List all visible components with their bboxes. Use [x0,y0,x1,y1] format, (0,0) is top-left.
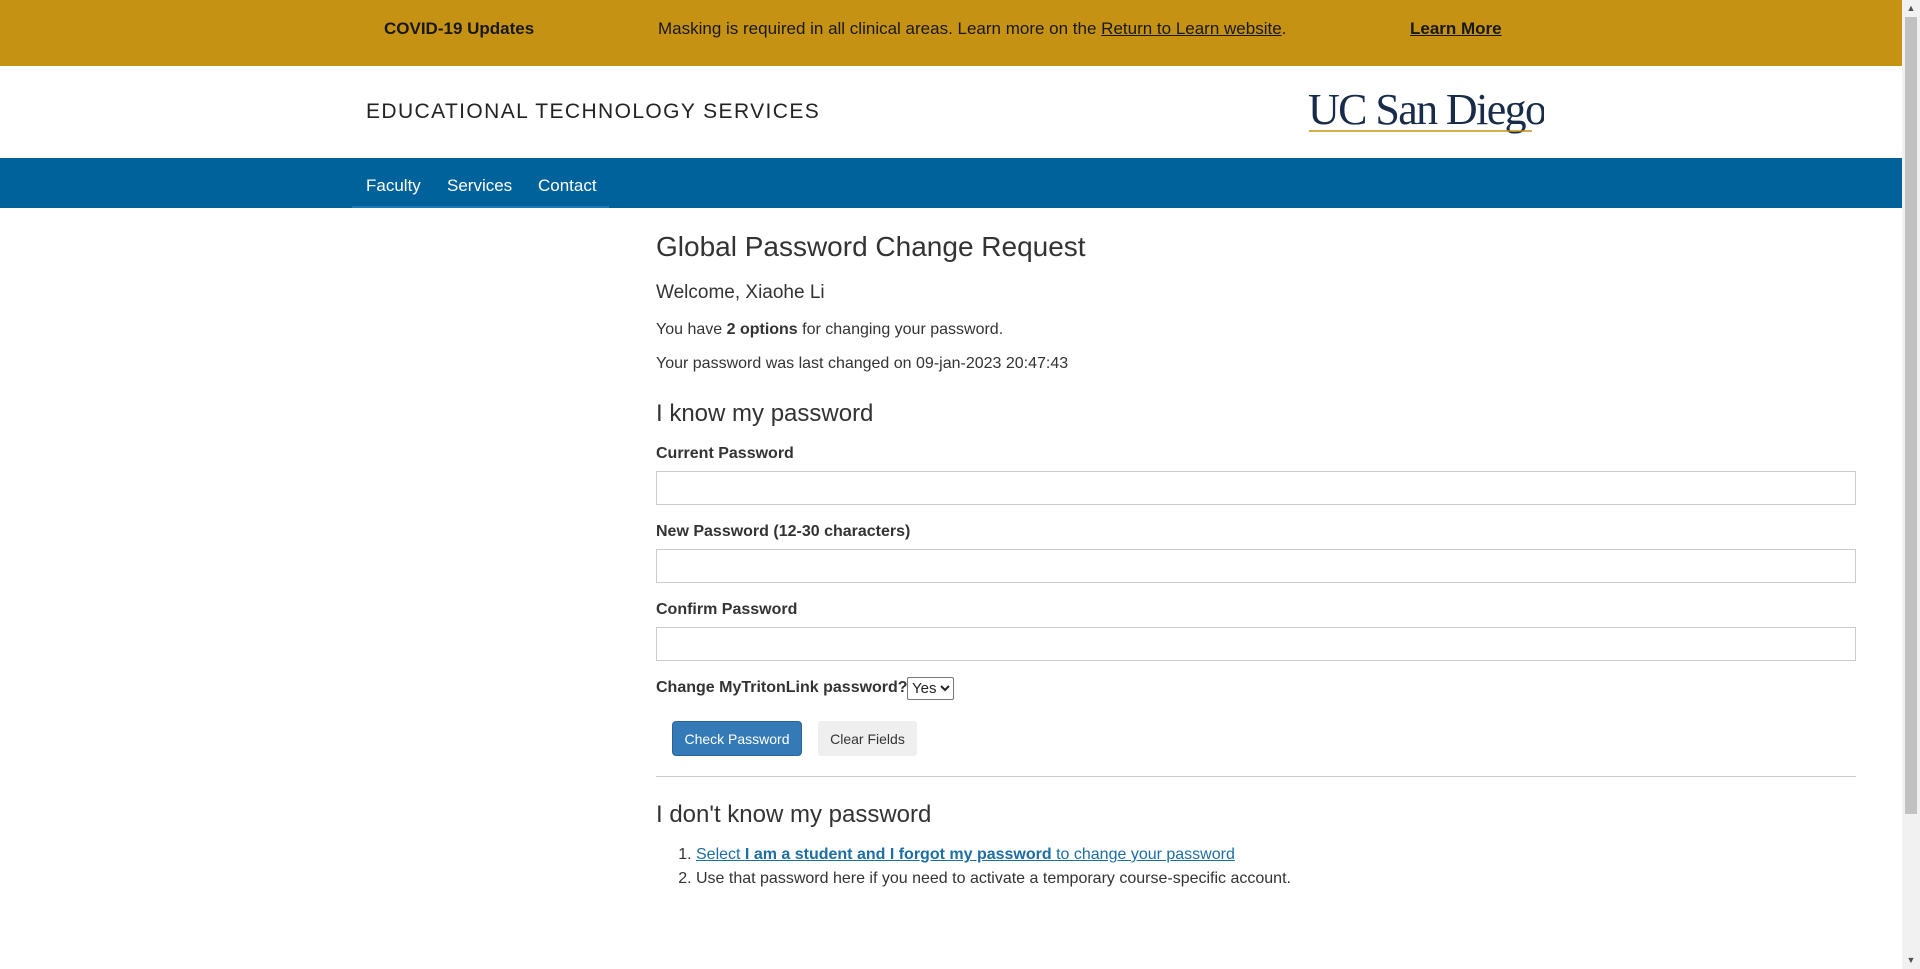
covid-message-end: . [1281,19,1287,38]
know-password-heading: I know my password [656,400,874,427]
step1-prefix: Select [696,846,745,863]
check-password-button[interactable]: Check Password [672,721,802,756]
arrow-down-icon[interactable]: ▼ [1902,952,1920,969]
nav-item-contact[interactable]: Contact [538,176,597,196]
welcome-message: Welcome, Xiaohe Li [656,282,825,303]
covid-banner: COVID-19 Updates Masking is required in … [0,0,1902,66]
nav-item-services[interactable]: Services [447,176,512,196]
confirm-password-input[interactable] [656,627,1856,661]
site-title[interactable]: EDUCATIONAL TECHNOLOGY SERVICES [366,100,820,124]
page-title: Global Password Change Request [656,231,1086,262]
covid-message: Masking is required in all clinical area… [658,19,1286,39]
mytritonlink-select[interactable]: Yes [907,677,954,700]
forgot-password-link[interactable]: Select I am a student and I forgot my pa… [696,846,1235,863]
logo-text: UC San Diego [1308,86,1544,134]
new-password-input[interactable] [656,549,1856,583]
arrow-up-icon[interactable]: ▲ [1902,0,1920,17]
options-count: 2 options [726,321,798,338]
confirm-password-label: Confirm Password [656,601,798,618]
options-text: You have 2 options for changing your pas… [656,321,1003,339]
options-prefix: You have [656,321,727,338]
vertical-scrollbar[interactable]: ▲ ▼ [1902,0,1920,969]
site-header: EDUCATIONAL TECHNOLOGY SERVICES UC San D… [0,66,1902,158]
covid-message-text: Masking is required in all clinical area… [658,19,1102,38]
current-password-label: Current Password [656,445,794,462]
recovery-step-1: Select I am a student and I forgot my pa… [696,843,1291,867]
mytritonlink-label: Change MyTritonLink password? [656,679,908,696]
recovery-steps: Select I am a student and I forgot my pa… [656,843,1291,891]
uc-san-diego-logo[interactable]: UC San Diego [1308,86,1544,134]
current-password-input[interactable] [656,471,1856,505]
covid-title: COVID-19 Updates [384,19,535,38]
new-password-label: New Password (12-30 characters) [656,523,911,540]
return-to-learn-link[interactable]: Return to Learn website [1101,19,1282,38]
dont-know-password-heading: I don't know my password [656,801,932,828]
clear-fields-button[interactable]: Clear Fields [818,721,917,756]
scrollbar-thumb[interactable] [1905,17,1917,814]
learn-more-link[interactable]: Learn More [1410,19,1502,39]
step1-bold: I am a student and I forgot my password [744,846,1052,863]
last-changed-text: Your password was last changed on 09-jan… [656,355,1069,372]
recovery-step-2: Use that password here if you need to ac… [696,867,1291,891]
nav-inner: Faculty Services Contact [352,158,609,208]
nav-item-faculty[interactable]: Faculty [366,176,421,196]
section-divider [656,776,1856,777]
options-suffix: for changing your password. [797,321,1004,338]
step1-suffix: to change your password [1051,846,1235,863]
main-nav: Faculty Services Contact [0,158,1902,208]
